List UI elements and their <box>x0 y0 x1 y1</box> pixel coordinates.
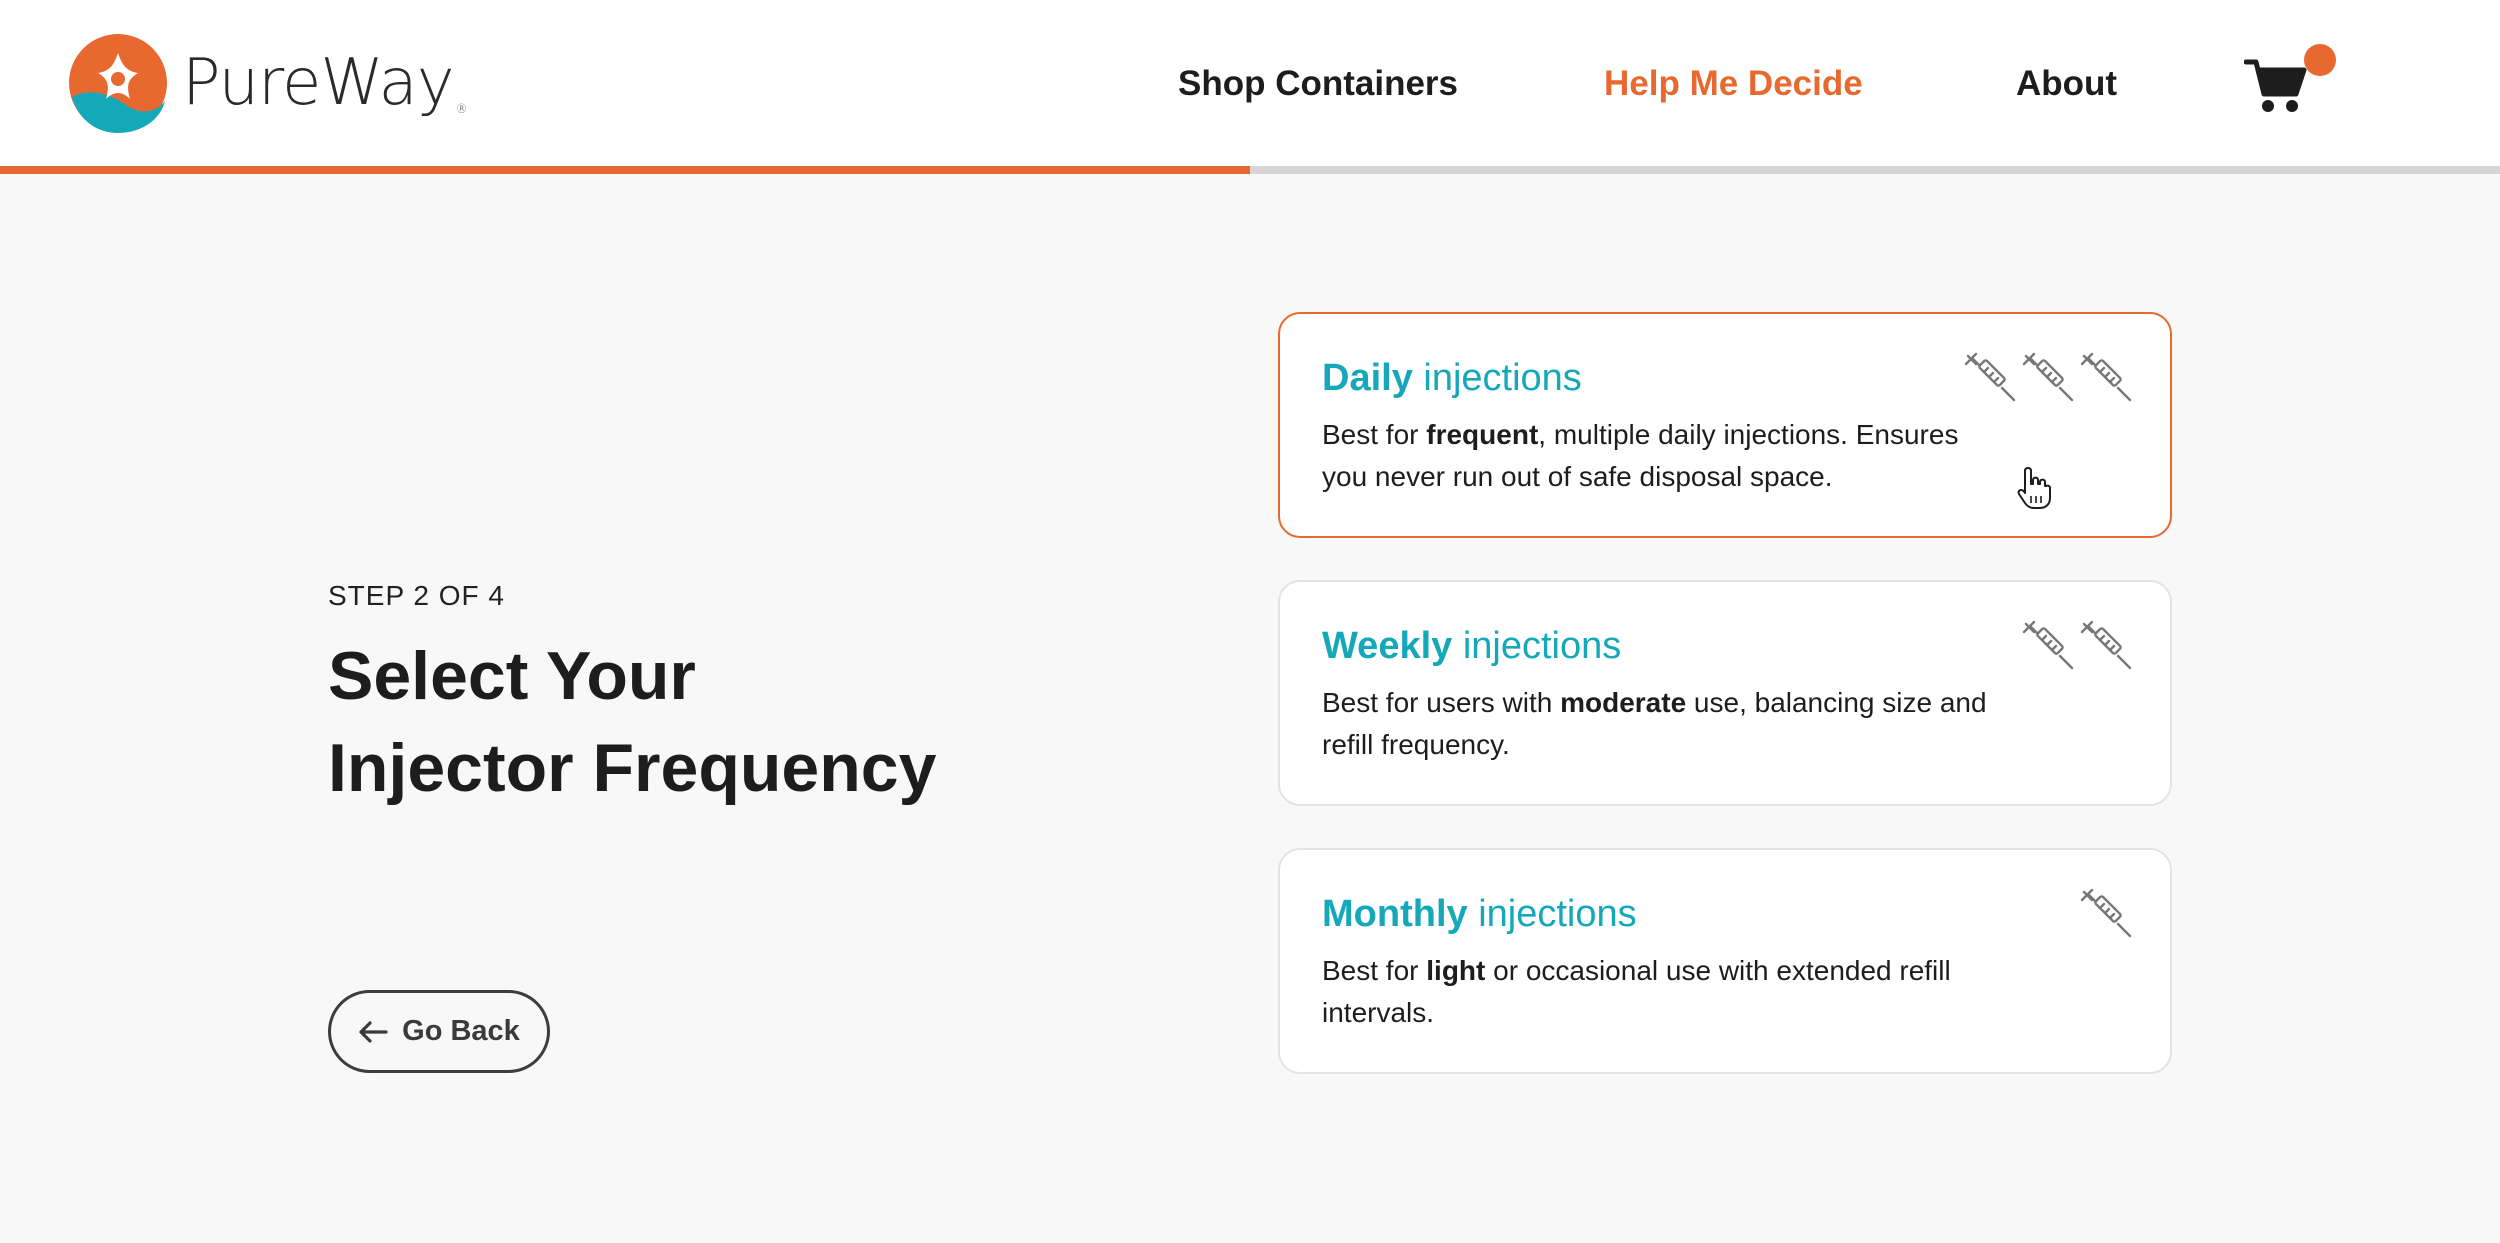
nav-about[interactable]: About <box>2016 62 2117 106</box>
option-description: Best for light or occasional use with ex… <box>1322 955 1951 1028</box>
syringe-icon <box>1964 350 2018 404</box>
page-title: Select Your Injector Frequency <box>328 630 1088 814</box>
wizard-progress-bar <box>0 166 2500 174</box>
shopping-cart-icon[interactable] <box>2244 56 2308 116</box>
syringe-icon <box>2022 618 2076 672</box>
page-title-line-1: Select Your <box>328 638 696 714</box>
brand-name: PureWay ® <box>182 46 468 120</box>
syringe-icon-group <box>2080 886 2134 940</box>
brand-logo[interactable]: PureWay ® <box>68 32 468 134</box>
nav-shop-containers[interactable]: Shop Containers <box>1178 62 1458 106</box>
go-back-button[interactable]: Go Back <box>328 990 550 1073</box>
syringe-icon <box>2080 618 2134 672</box>
syringe-icon <box>2080 886 2134 940</box>
go-back-label: Go Back <box>402 1015 520 1047</box>
option-title: Weekly injections <box>1322 625 1622 667</box>
arrow-left-icon <box>359 1020 388 1043</box>
syringe-icon-group <box>1964 350 2134 404</box>
step-indicator: STEP 2 OF 4 <box>328 580 505 611</box>
syringe-icon <box>2080 350 2134 404</box>
hand-pointer-icon <box>2017 467 2051 509</box>
option-title: Daily injections <box>1322 357 1582 399</box>
page-title-line-2: Injector Frequency <box>328 730 937 806</box>
cart-badge <box>2304 44 2336 76</box>
pureway-logo-icon <box>69 34 167 133</box>
option-title: Monthly injections <box>1322 893 1637 935</box>
syringe-icon-group <box>2022 618 2134 672</box>
site-header: PureWay ® Shop Containers Help Me Decide … <box>0 0 2500 166</box>
option-description: Best for users with moderate use, balanc… <box>1322 687 1987 760</box>
option-card-monthly[interactable]: Monthly injections Best for light or occ… <box>1278 848 2172 1074</box>
option-card-weekly[interactable]: Weekly injections Best for users with mo… <box>1278 580 2172 806</box>
option-description: Best for frequent, multiple daily inject… <box>1322 419 1959 492</box>
syringe-icon <box>2022 350 2076 404</box>
nav-help-me-decide[interactable]: Help Me Decide <box>1604 62 1863 106</box>
wizard-progress-fill <box>0 166 1250 174</box>
